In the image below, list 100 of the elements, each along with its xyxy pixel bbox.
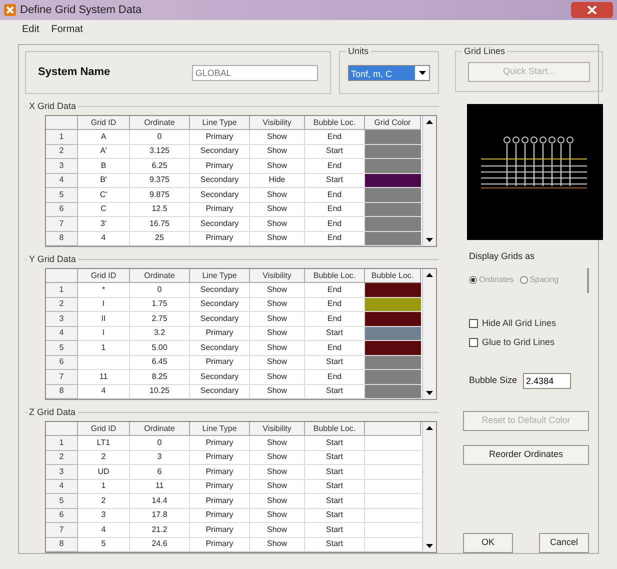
table-cell: II	[78, 312, 130, 326]
close-button[interactable]	[571, 2, 613, 18]
column-header: Visibility	[250, 269, 305, 283]
table-cell: Primary	[190, 465, 250, 480]
color-swatch[interactable]	[365, 341, 421, 356]
table-cell: Show	[250, 283, 305, 298]
color-swatch[interactable]	[365, 174, 421, 188]
scrollbar[interactable]	[422, 269, 436, 399]
checkbox[interactable]	[469, 319, 478, 328]
table-cell: 0	[130, 283, 190, 298]
row-header[interactable]: 6	[46, 508, 78, 523]
column-header: Visibility	[250, 422, 305, 436]
table-cell: Primary	[190, 538, 250, 552]
table-cell: Show	[250, 326, 305, 341]
row-header[interactable]: 6	[46, 202, 78, 217]
table-cell: Show	[250, 480, 305, 494]
color-swatch[interactable]	[365, 130, 421, 144]
system-name-field[interactable]: GLOBAL	[192, 64, 318, 80]
table-cell: 14.4	[130, 494, 190, 508]
bubble-size-field[interactable]: 2.4384	[523, 373, 572, 389]
column-header: Ordinate	[130, 422, 190, 436]
row-header[interactable]: 5	[46, 341, 78, 356]
row-header[interactable]: 5	[46, 494, 78, 508]
table-cell: B	[78, 159, 130, 174]
table-cell: Show	[250, 465, 305, 480]
table-cell: Show	[250, 202, 305, 217]
table-cell: Primary	[190, 523, 250, 538]
table-cell: 1	[78, 341, 130, 356]
table-cell: Primary	[190, 232, 250, 246]
action-button[interactable]: Reorder Ordinates	[463, 445, 589, 465]
table-cell: Start	[305, 436, 365, 450]
color-swatch[interactable]	[365, 326, 421, 341]
table-cell: Start	[305, 538, 365, 552]
scrollbar[interactable]	[422, 422, 436, 552]
row-header[interactable]: 8	[46, 232, 78, 246]
row-header[interactable]: 5	[46, 188, 78, 202]
table-cell: Secondary	[190, 384, 250, 399]
table-cell: 6.25	[130, 159, 190, 174]
column-header: Line Type	[190, 116, 250, 130]
color-swatch[interactable]	[365, 370, 421, 384]
table-cell: 11	[130, 480, 190, 494]
table-cell: 3.125	[130, 144, 190, 159]
row-header[interactable]: 4	[46, 326, 78, 341]
radio-button[interactable]	[469, 276, 477, 284]
color-swatch[interactable]	[365, 144, 421, 159]
color-swatch[interactable]	[365, 159, 421, 174]
table-cell: A	[78, 130, 130, 144]
close-icon	[587, 6, 597, 14]
table-cell: 6.45	[130, 356, 190, 370]
color-swatch[interactable]	[365, 384, 421, 399]
row-header[interactable]: 1	[46, 283, 78, 298]
table-cell: Start	[305, 465, 365, 480]
row-header[interactable]: 4	[46, 174, 78, 188]
menu-item[interactable]: Format	[51, 22, 83, 36]
row-header[interactable]: 3	[46, 312, 78, 326]
table-cell: Start	[305, 494, 365, 508]
row-header[interactable]: 6	[46, 356, 78, 370]
row-header[interactable]: 8	[46, 538, 78, 552]
color-swatch[interactable]	[365, 217, 421, 232]
row-header[interactable]: 1	[46, 436, 78, 450]
row-header[interactable]: 4	[46, 480, 78, 494]
table-cell: Show	[250, 159, 305, 174]
table-cell: 0	[130, 436, 190, 450]
color-swatch[interactable]	[365, 298, 421, 312]
table-cell: I	[78, 326, 130, 341]
table-cell: 5	[78, 538, 130, 552]
dialog-button[interactable]: OK	[463, 533, 513, 553]
table-cell: 8.25	[130, 370, 190, 384]
scrollbar[interactable]	[422, 116, 436, 246]
row-header[interactable]: 2	[46, 450, 78, 465]
color-swatch[interactable]	[365, 283, 421, 298]
table-cell: Show	[250, 370, 305, 384]
radio-button[interactable]	[520, 276, 528, 284]
color-swatch[interactable]	[365, 188, 421, 202]
color-swatch[interactable]	[365, 356, 421, 370]
row-header[interactable]: 3	[46, 159, 78, 174]
table-cell: 4	[78, 523, 130, 538]
row-header[interactable]: 2	[46, 144, 78, 159]
dialog-button[interactable]: Cancel	[539, 533, 589, 553]
table-cell: Show	[250, 523, 305, 538]
row-header[interactable]: 8	[46, 384, 78, 399]
table-cell: 3	[78, 508, 130, 523]
table-cell: Secondary	[190, 312, 250, 326]
units-dropdown[interactable]: Tonf, m, C	[348, 64, 430, 80]
color-swatch[interactable]	[365, 202, 421, 217]
field-label: Bubble Size	[469, 374, 518, 388]
field-label: System Name	[38, 65, 112, 80]
row-header[interactable]: 1	[46, 130, 78, 144]
column-header: Bubble Loc.	[305, 269, 365, 283]
color-swatch[interactable]	[365, 312, 421, 326]
row-header[interactable]: 7	[46, 370, 78, 384]
checkbox[interactable]	[469, 338, 478, 347]
table-cell: Show	[250, 341, 305, 356]
color-swatch[interactable]	[365, 232, 421, 246]
menu-item[interactable]: Edit	[22, 22, 40, 36]
row-header[interactable]: 3	[46, 465, 78, 480]
row-header[interactable]: 7	[46, 217, 78, 232]
row-header[interactable]: 2	[46, 298, 78, 312]
row-header[interactable]: 7	[46, 523, 78, 538]
table-cell: Show	[250, 144, 305, 159]
